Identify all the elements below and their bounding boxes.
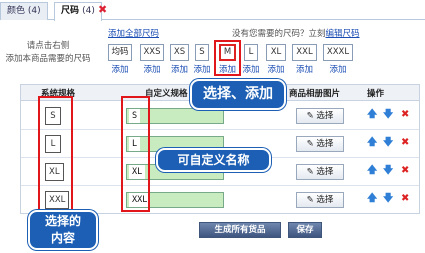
choose-image-button[interactable]: ✎ 选择 bbox=[296, 164, 344, 180]
size-chip-xs[interactable]: XS bbox=[170, 44, 189, 61]
pencil-icon: ✎ bbox=[306, 167, 314, 177]
highlight-selected-chip bbox=[214, 40, 241, 76]
add-link-xl[interactable]: 添加 bbox=[263, 63, 289, 75]
size-chip-xxxl[interactable]: XXXL bbox=[323, 44, 353, 61]
missing-size-note: 没有您需要的尺码？立刻编辑尺码 bbox=[232, 27, 360, 39]
tab-bar: 颜色 (4) 尺码 (4) ✖ bbox=[0, 0, 425, 21]
tab-color-label: 颜色 bbox=[7, 6, 26, 16]
hint-line2: 添加本商品需要的尺码 bbox=[5, 54, 91, 64]
add-link-xs[interactable]: 添加 bbox=[166, 63, 193, 75]
delete-icon[interactable]: ✖ bbox=[401, 109, 409, 121]
add-link-l[interactable]: 添加 bbox=[240, 63, 262, 75]
callout-selected-line1: 选择的 bbox=[44, 214, 81, 228]
size-chip-l[interactable]: L bbox=[244, 44, 258, 61]
header-operations: 操作 bbox=[367, 89, 385, 99]
size-chip-xxl[interactable]: XXL bbox=[292, 44, 317, 61]
close-icon[interactable]: ✖ bbox=[98, 4, 108, 15]
move-down-icon[interactable]: 🡇 bbox=[383, 193, 393, 205]
delete-icon[interactable]: ✖ bbox=[401, 193, 409, 205]
edit-sizes-link[interactable]: 编辑尺码 bbox=[326, 29, 360, 39]
choose-image-label: 选择 bbox=[316, 111, 334, 121]
add-all-sizes-link-wrap: 添加全部尺码 bbox=[108, 27, 159, 39]
move-down-icon[interactable]: 🡇 bbox=[383, 137, 393, 149]
choose-image-label: 选择 bbox=[316, 167, 334, 177]
hint-line1: 请点击右侧 bbox=[26, 41, 70, 51]
choose-image-label: 选择 bbox=[316, 195, 334, 205]
size-hint: 请点击右侧 添加本商品需要的尺码 bbox=[2, 40, 94, 66]
move-up-icon[interactable]: 🡅 bbox=[367, 109, 377, 121]
tab-color[interactable]: 颜色 (4) bbox=[0, 2, 48, 20]
missing-size-text: 没有您需要的尺码？立刻 bbox=[232, 29, 326, 39]
highlight-system-column bbox=[38, 96, 73, 213]
size-chip-s[interactable]: S bbox=[195, 44, 209, 61]
delete-icon[interactable]: ✖ bbox=[401, 137, 409, 149]
add-link-xxl[interactable]: 添加 bbox=[290, 63, 319, 75]
add-link-xxs[interactable]: 添加 bbox=[140, 63, 164, 75]
choose-image-button[interactable]: ✎ 选择 bbox=[296, 192, 344, 208]
callout-selected-content: 选择的 内容 bbox=[28, 210, 98, 250]
pencil-icon: ✎ bbox=[306, 139, 314, 149]
move-down-icon[interactable]: 🡇 bbox=[383, 165, 393, 177]
delete-icon[interactable]: ✖ bbox=[401, 165, 409, 177]
callout-selected-line2: 内容 bbox=[50, 231, 75, 245]
pencil-icon: ✎ bbox=[306, 111, 314, 121]
tab-size-label: 尺码 bbox=[61, 6, 80, 16]
size-chip-onesize[interactable]: 均码 bbox=[108, 44, 132, 61]
add-all-sizes-link[interactable]: 添加全部尺码 bbox=[108, 29, 159, 39]
choose-image-label: 选择 bbox=[316, 139, 334, 149]
callout-select-add: 选择、添加 bbox=[190, 79, 286, 110]
move-up-icon[interactable]: 🡅 bbox=[367, 137, 377, 149]
header-custom-spec: 自定义规格 bbox=[145, 89, 188, 99]
tab-color-count: (4) bbox=[27, 6, 41, 16]
size-chip-xl[interactable]: XL bbox=[266, 44, 286, 61]
choose-image-button[interactable]: ✎ 选择 bbox=[296, 108, 344, 124]
header-album-image: 商品相册图片 bbox=[289, 89, 341, 99]
generate-all-items-button[interactable]: 生成所有货品 bbox=[199, 222, 281, 238]
move-down-icon[interactable]: 🡇 bbox=[383, 109, 393, 121]
add-link-xxxl[interactable]: 添加 bbox=[323, 63, 353, 75]
choose-image-button[interactable]: ✎ 选择 bbox=[296, 136, 344, 152]
size-chip-xxs[interactable]: XXS bbox=[140, 44, 164, 61]
tab-size[interactable]: 尺码 (4) bbox=[54, 2, 102, 21]
callout-custom-name: 可自定义名称 bbox=[156, 148, 271, 172]
tab-size-count: (4) bbox=[82, 6, 95, 16]
move-up-icon[interactable]: 🡅 bbox=[367, 165, 377, 177]
move-up-icon[interactable]: 🡅 bbox=[367, 193, 377, 205]
pencil-icon: ✎ bbox=[306, 195, 314, 205]
add-link-s[interactable]: 添加 bbox=[191, 63, 213, 75]
add-link-onesize[interactable]: 添加 bbox=[108, 63, 132, 75]
highlight-custom-column bbox=[121, 96, 150, 212]
save-button[interactable]: 保存 bbox=[288, 222, 322, 238]
